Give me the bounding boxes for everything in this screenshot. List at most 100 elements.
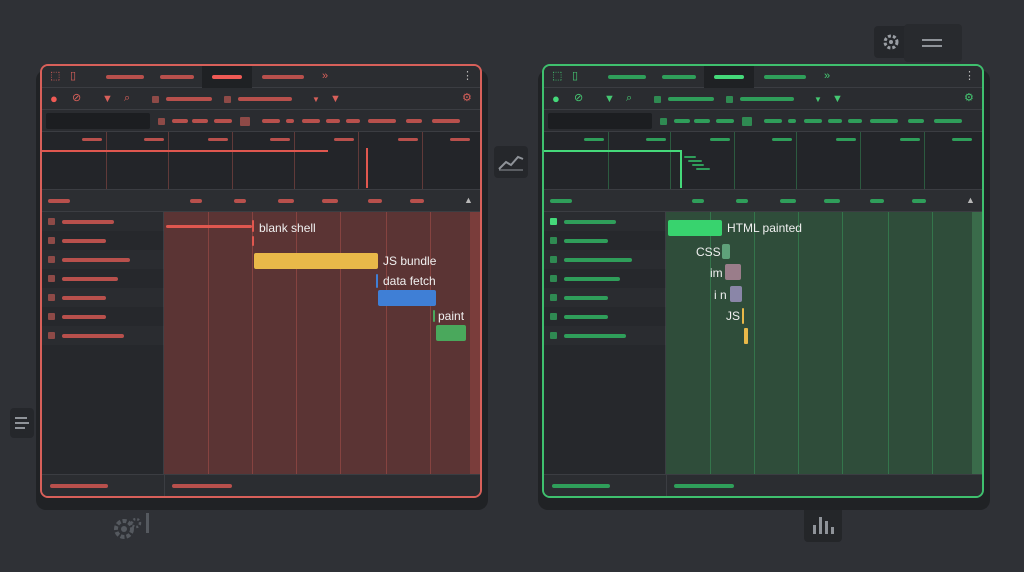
js-bundle-bar[interactable] bbox=[254, 253, 378, 269]
filter-chip[interactable] bbox=[406, 119, 422, 123]
tab-sources[interactable] bbox=[262, 75, 304, 79]
filter-chip[interactable] bbox=[192, 119, 208, 123]
filter-chip[interactable] bbox=[934, 119, 962, 123]
filter-chip[interactable] bbox=[694, 119, 710, 123]
record-icon[interactable]: ● bbox=[552, 92, 560, 105]
search-icon[interactable]: ⌕ bbox=[626, 93, 632, 104]
clear-icon[interactable]: ⊘ bbox=[72, 93, 81, 104]
settings-icon[interactable]: ⚙ bbox=[964, 93, 974, 104]
request-row[interactable] bbox=[42, 269, 164, 288]
request-row[interactable] bbox=[42, 250, 164, 269]
disable-cache-checkbox[interactable] bbox=[726, 96, 733, 103]
column-header-time[interactable] bbox=[190, 199, 202, 203]
tab-elements[interactable] bbox=[106, 75, 144, 79]
inspect-icon[interactable]: ⬚ bbox=[552, 71, 562, 82]
request-row[interactable] bbox=[42, 307, 164, 326]
column-header-time[interactable] bbox=[912, 199, 926, 203]
filter-chip[interactable] bbox=[804, 119, 822, 123]
column-header-name[interactable] bbox=[550, 199, 572, 203]
request-row[interactable] bbox=[544, 326, 666, 345]
js-bar[interactable] bbox=[742, 308, 744, 324]
column-header-time[interactable] bbox=[692, 199, 704, 203]
settings-icon[interactable]: ⚙ bbox=[462, 93, 472, 104]
html-painted-bar[interactable] bbox=[668, 220, 722, 236]
clear-icon[interactable]: ⊘ bbox=[574, 93, 583, 104]
import-icon[interactable]: ▼ bbox=[330, 94, 341, 105]
request-row[interactable] bbox=[544, 288, 666, 307]
filter-chip[interactable] bbox=[286, 119, 294, 123]
vertical-scrollbar[interactable] bbox=[972, 212, 982, 474]
filter-input[interactable] bbox=[548, 113, 652, 129]
column-header-time[interactable] bbox=[234, 199, 246, 203]
throttle-dropdown[interactable]: ▼ bbox=[814, 94, 822, 105]
js-bar-secondary[interactable] bbox=[744, 328, 748, 344]
request-row[interactable] bbox=[544, 269, 666, 288]
filter-chip[interactable] bbox=[326, 119, 340, 123]
filter-chip[interactable] bbox=[346, 119, 360, 123]
filter-icon[interactable]: ▼ bbox=[604, 94, 615, 105]
filter-chip[interactable] bbox=[764, 119, 782, 123]
tab-console[interactable] bbox=[662, 75, 696, 79]
filter-chip[interactable] bbox=[302, 119, 320, 123]
sort-arrow-icon[interactable]: ▲ bbox=[464, 195, 473, 206]
tab-network-active[interactable] bbox=[202, 66, 252, 88]
request-row[interactable] bbox=[544, 212, 666, 231]
column-header-time[interactable] bbox=[410, 199, 424, 203]
data-fetch-bar[interactable] bbox=[378, 290, 436, 306]
filter-chip[interactable] bbox=[262, 119, 280, 123]
throttle-dropdown[interactable]: ▼ bbox=[312, 94, 320, 105]
more-tabs-icon[interactable]: » bbox=[824, 71, 830, 82]
column-header-name[interactable] bbox=[48, 199, 70, 203]
filter-chip[interactable] bbox=[870, 119, 898, 123]
preserve-log-checkbox[interactable] bbox=[152, 96, 159, 103]
column-header-time[interactable] bbox=[736, 199, 748, 203]
kebab-menu-icon[interactable]: ⋮ bbox=[964, 71, 975, 82]
filter-chip[interactable] bbox=[788, 119, 796, 123]
invert-checkbox[interactable] bbox=[660, 118, 667, 125]
timeline-overview[interactable] bbox=[544, 132, 982, 190]
column-header-time[interactable] bbox=[824, 199, 840, 203]
record-icon[interactable]: ● bbox=[50, 92, 58, 105]
request-row[interactable] bbox=[544, 250, 666, 269]
column-header-time[interactable] bbox=[870, 199, 884, 203]
request-row[interactable] bbox=[42, 326, 164, 345]
request-row[interactable] bbox=[42, 231, 164, 250]
kebab-menu-icon[interactable]: ⋮ bbox=[462, 71, 473, 82]
more-tabs-icon[interactable]: » bbox=[322, 71, 328, 82]
timeline-overview[interactable] bbox=[42, 132, 480, 190]
search-icon[interactable]: ⌕ bbox=[124, 93, 130, 104]
blank-shell-bar[interactable] bbox=[166, 225, 252, 228]
sort-arrow-icon[interactable]: ▲ bbox=[966, 195, 975, 206]
filter-chip[interactable] bbox=[716, 119, 734, 123]
tab-elements[interactable] bbox=[608, 75, 646, 79]
font-bar[interactable] bbox=[730, 286, 742, 302]
waterfall-area[interactable]: blank shell JS bundle data fetch paint bbox=[164, 212, 480, 474]
invert-checkbox[interactable] bbox=[158, 118, 165, 125]
filter-chip[interactable] bbox=[848, 119, 862, 123]
filter-input[interactable] bbox=[46, 113, 150, 129]
disable-cache-checkbox[interactable] bbox=[224, 96, 231, 103]
preserve-log-checkbox[interactable] bbox=[654, 96, 661, 103]
filter-chip[interactable] bbox=[828, 119, 842, 123]
filter-chip[interactable] bbox=[172, 119, 188, 123]
image-bar[interactable] bbox=[725, 264, 741, 280]
column-header-time[interactable] bbox=[322, 199, 338, 203]
css-bar[interactable] bbox=[722, 244, 730, 259]
request-row[interactable] bbox=[544, 307, 666, 326]
inspect-icon[interactable]: ⬚ bbox=[50, 71, 60, 82]
paint-bar[interactable] bbox=[436, 325, 466, 341]
column-header-time[interactable] bbox=[780, 199, 796, 203]
tab-network-active[interactable] bbox=[704, 66, 754, 88]
import-icon[interactable]: ▼ bbox=[832, 94, 843, 105]
request-row[interactable] bbox=[42, 212, 164, 231]
device-icon[interactable]: ▯ bbox=[70, 71, 76, 82]
column-header-time[interactable] bbox=[368, 199, 382, 203]
filter-chip[interactable] bbox=[674, 119, 690, 123]
filter-chip[interactable] bbox=[214, 119, 232, 123]
waterfall-area[interactable]: HTML painted CSS im i n JS bbox=[666, 212, 982, 474]
tab-sources[interactable] bbox=[764, 75, 806, 79]
filter-icon[interactable]: ▼ bbox=[102, 94, 113, 105]
device-icon[interactable]: ▯ bbox=[572, 71, 578, 82]
filter-chip[interactable] bbox=[908, 119, 924, 123]
request-row[interactable] bbox=[42, 288, 164, 307]
